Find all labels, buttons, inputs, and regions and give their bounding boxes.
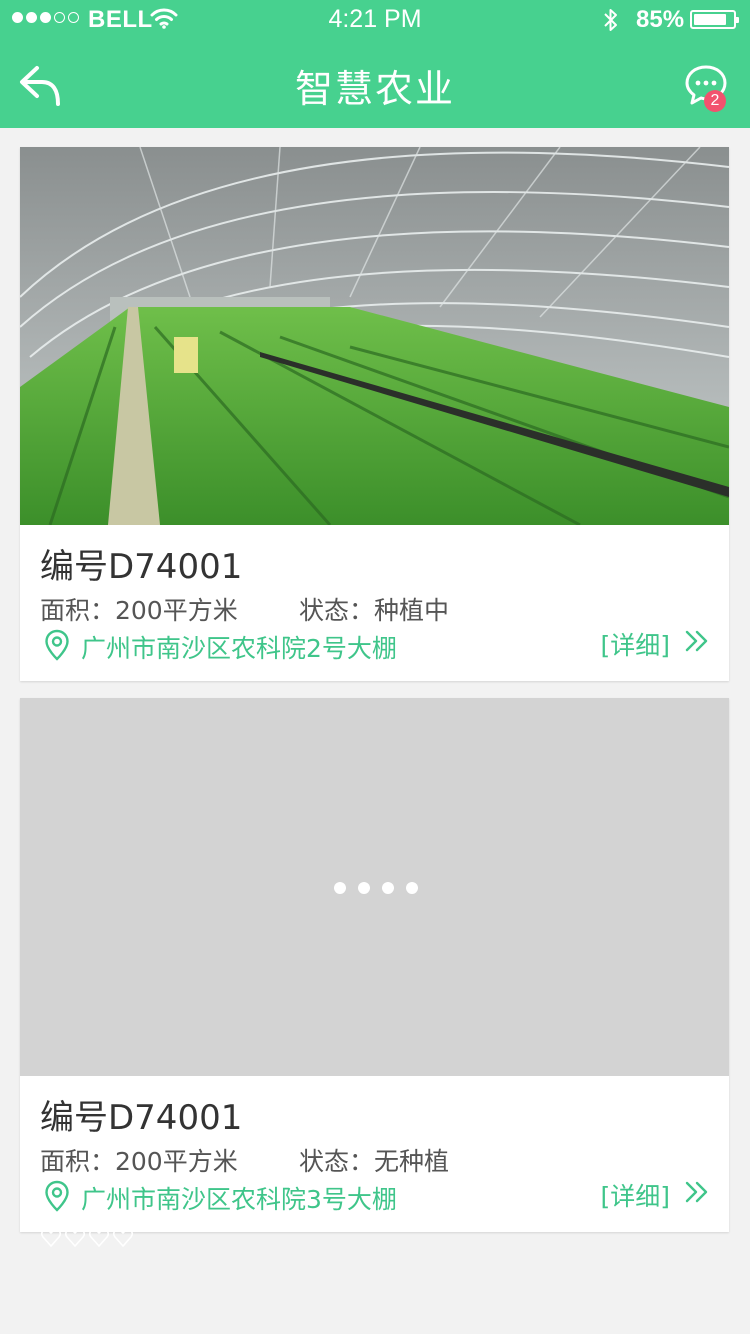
heart-outline-icons	[40, 1227, 136, 1249]
greenhouse-meta: 面积：200平方米 状态：无种植	[40, 1142, 449, 1178]
area-label: 面积：200平方米	[40, 596, 238, 625]
greenhouse-photo	[20, 147, 729, 525]
greenhouse-address: 广州市南沙区农科院3号大棚	[81, 1185, 397, 1214]
battery-percent: 85%	[636, 6, 685, 33]
double-chevron-right-icon	[684, 629, 710, 659]
detail-link[interactable]: [详细]	[600, 627, 710, 661]
status-bar: BELL 4:21 PM 85%	[0, 0, 750, 40]
location-pin-icon	[44, 629, 70, 665]
status-label: 状态：种植中	[299, 596, 450, 625]
message-count-badge: 2	[704, 90, 726, 112]
greenhouse-card[interactable]: 编号D74001 面积：200平方米 状态：无种植 广州市南沙区农科院3号大棚 …	[20, 698, 729, 1232]
page-title: 智慧农业	[294, 67, 455, 111]
loading-placeholder	[20, 698, 729, 1076]
location-row: 广州市南沙区农科院2号大棚 [详细]	[40, 627, 710, 663]
area-label: 面积：200平方米	[40, 1147, 238, 1176]
greenhouse-card[interactable]: 编号D74001 面积：200平方米 状态：种植中 广州市南沙区农科院2号大棚 …	[20, 147, 729, 681]
battery-icon	[690, 10, 739, 29]
greenhouse-id: 编号D74001	[40, 547, 243, 587]
detail-label: [详细]	[600, 1182, 670, 1211]
greenhouse-address: 广州市南沙区农科院2号大棚	[81, 634, 397, 663]
detail-label: [详细]	[600, 631, 670, 660]
loading-dots-icon	[334, 882, 418, 894]
detail-link[interactable]: [详细]	[600, 1178, 710, 1212]
status-label: 状态：无种植	[299, 1147, 450, 1176]
greenhouse-id: 编号D74001	[40, 1098, 243, 1138]
double-chevron-right-icon	[684, 1180, 710, 1210]
top-bar: BELL 4:21 PM 85% 智慧农业 2	[0, 0, 750, 128]
location-pin-icon	[44, 1180, 70, 1216]
greenhouse-meta: 面积：200平方米 状态：种植中	[40, 591, 449, 627]
location-row: 广州市南沙区农科院3号大棚 [详细]	[40, 1178, 710, 1214]
bluetooth-icon	[602, 6, 620, 41]
